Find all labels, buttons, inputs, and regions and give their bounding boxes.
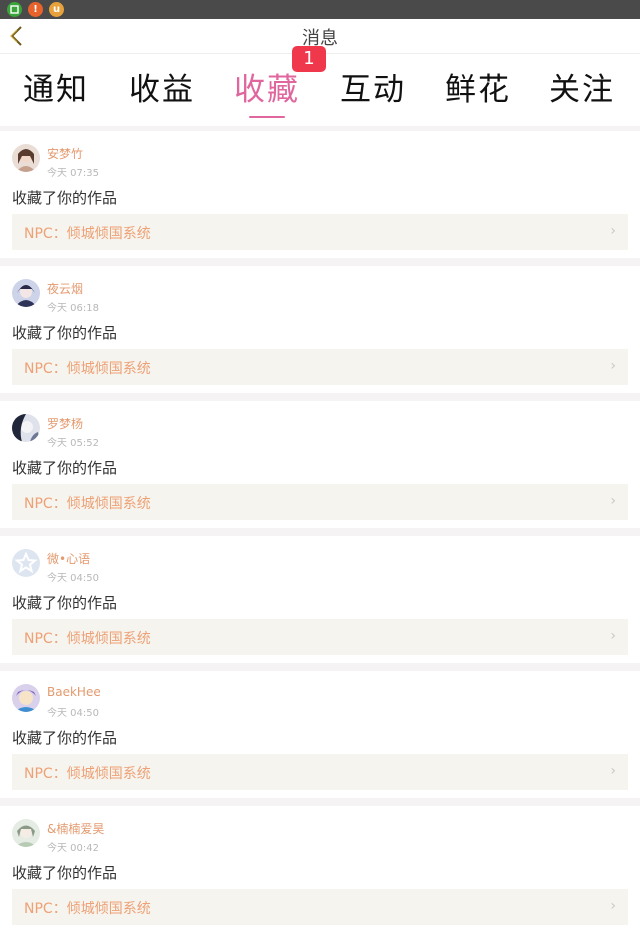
work-link[interactable]: NPC：倾城倾国系统 › (12, 484, 628, 520)
work-link[interactable]: NPC：倾城倾国系统 › (12, 889, 628, 925)
unread-badge: 1 (292, 46, 326, 72)
work-title: NPC：倾城倾国系统 (24, 631, 151, 647)
work-title: NPC：倾城倾国系统 (24, 226, 151, 242)
tab-bar: 通知 收益 收藏 1 互动 鲜花 关注 (0, 46, 640, 126)
avatar[interactable] (12, 819, 40, 847)
tab-interactions[interactable]: 互动 (323, 64, 423, 109)
action-text: 收藏了你的作品 (12, 324, 118, 342)
chevron-right-icon: › (610, 763, 616, 779)
timestamp: 今天 06:18 (47, 303, 99, 314)
list-item: &楠楠爱昊 今天 00:42 收藏了你的作品 NPC：倾城倾国系统 › (0, 806, 640, 933)
alert-icon: ! (28, 2, 43, 17)
avatar[interactable] (12, 279, 40, 307)
work-title: NPC：倾城倾国系统 (24, 901, 151, 917)
work-link[interactable]: NPC：倾城倾国系统 › (12, 214, 628, 250)
work-link[interactable]: NPC：倾城倾国系统 › (12, 349, 628, 385)
chevron-right-icon: › (610, 898, 616, 914)
chevron-right-icon: › (610, 628, 616, 644)
list-item: BaekHee 今天 04:50 收藏了你的作品 NPC：倾城倾国系统 › (0, 671, 640, 798)
avatar[interactable] (12, 144, 40, 172)
list-item: 罗梦杨 今天 05:52 收藏了你的作品 NPC：倾城倾国系统 › (0, 401, 640, 528)
user-name[interactable]: 微•心语 (47, 550, 90, 567)
avatar[interactable] (12, 414, 40, 442)
action-text: 收藏了你的作品 (12, 864, 118, 882)
user-name[interactable]: BaekHee (47, 685, 101, 699)
user-name[interactable]: 安梦竹 (47, 145, 83, 162)
status-bar: ! u (0, 0, 640, 19)
work-link[interactable]: NPC：倾城倾国系统 › (12, 754, 628, 790)
avatar[interactable] (12, 684, 40, 712)
tab-notifications[interactable]: 通知 (6, 64, 106, 109)
work-title: NPC：倾城倾国系统 (24, 361, 151, 377)
timestamp: 今天 00:42 (47, 843, 99, 854)
list-item: 微•心语 今天 04:50 收藏了你的作品 NPC：倾城倾国系统 › (0, 536, 640, 663)
chevron-right-icon: › (610, 358, 616, 374)
work-title: NPC：倾城倾国系统 (24, 496, 151, 512)
active-tab-indicator (249, 116, 285, 118)
timestamp: 今天 05:52 (47, 438, 99, 449)
action-text: 收藏了你的作品 (12, 459, 118, 477)
user-name[interactable]: &楠楠爱昊 (47, 820, 104, 837)
user-name[interactable]: 夜云烟 (47, 280, 83, 297)
avatar[interactable] (12, 549, 40, 577)
chevron-right-icon: › (610, 493, 616, 509)
chevron-right-icon: › (610, 223, 616, 239)
action-text: 收藏了你的作品 (12, 594, 118, 612)
timestamp: 今天 04:50 (47, 573, 99, 584)
action-text: 收藏了你的作品 (12, 189, 118, 207)
tab-earnings[interactable]: 收益 (112, 64, 212, 109)
list-item: 夜云烟 今天 06:18 收藏了你的作品 NPC：倾城倾国系统 › (0, 266, 640, 393)
tab-flowers[interactable]: 鲜花 (428, 64, 528, 109)
work-title: NPC：倾城倾国系统 (24, 766, 151, 782)
list-item: 安梦竹 今天 07:35 收藏了你的作品 NPC：倾城倾国系统 › (0, 131, 640, 258)
uc-icon: u (49, 2, 64, 17)
work-link[interactable]: NPC：倾城倾国系统 › (12, 619, 628, 655)
user-name[interactable]: 罗梦杨 (47, 415, 83, 432)
tab-following[interactable]: 关注 (532, 64, 632, 109)
app-icon-green (7, 2, 22, 17)
timestamp: 今天 07:35 (47, 168, 99, 179)
action-text: 收藏了你的作品 (12, 729, 118, 747)
timestamp: 今天 04:50 (47, 708, 99, 719)
